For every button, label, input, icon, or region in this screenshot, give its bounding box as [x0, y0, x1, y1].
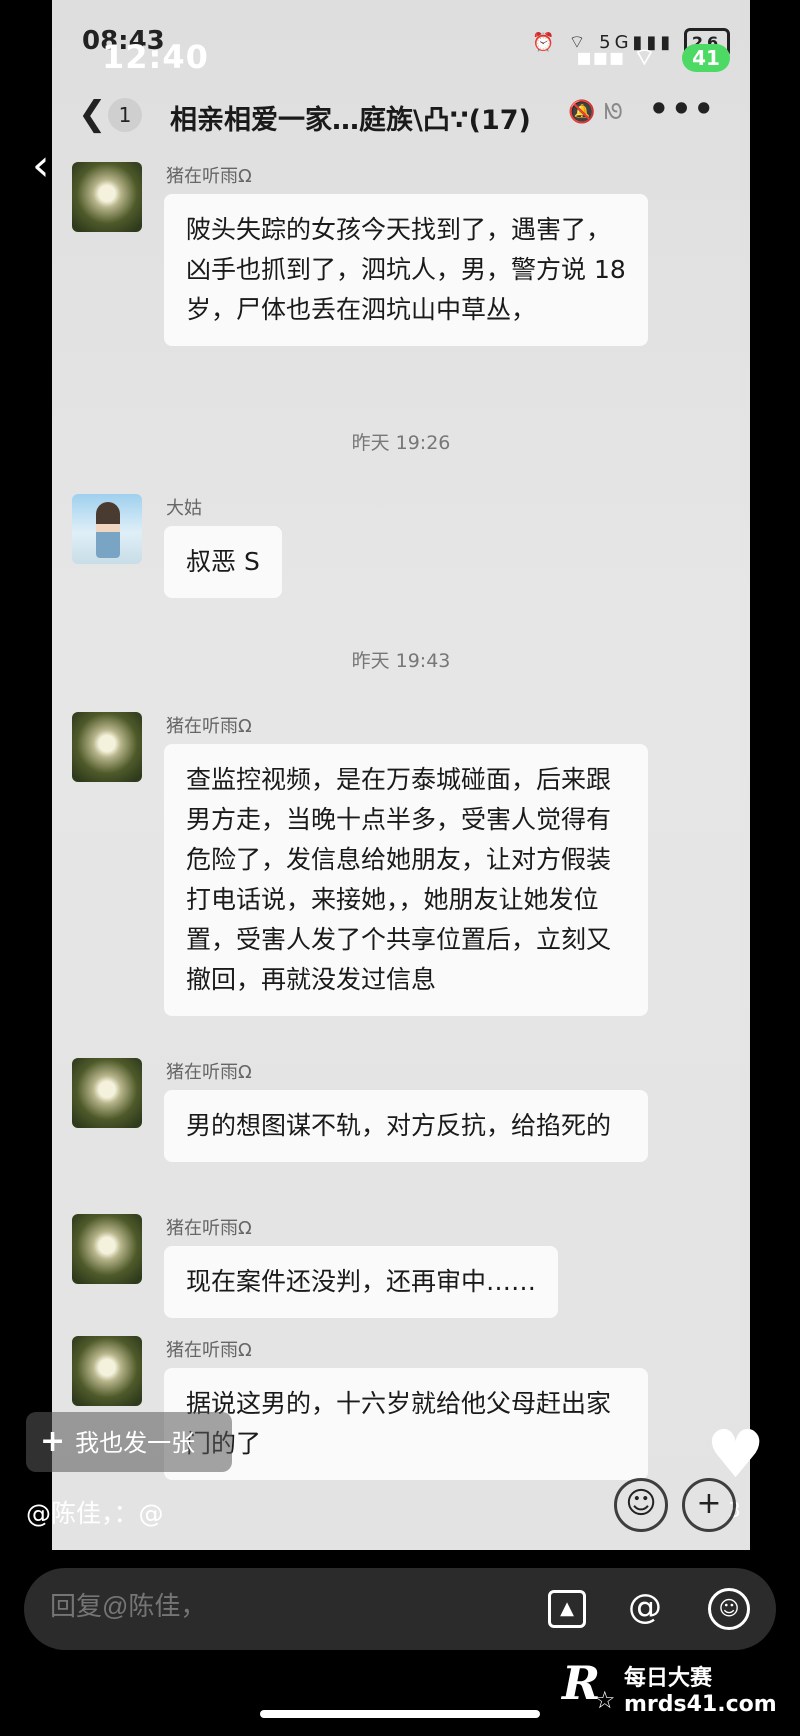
- outer-clock: 12:40: [102, 38, 209, 76]
- back-chevron-icon[interactable]: ❮: [78, 94, 107, 134]
- avatar-dandelion[interactable]: [72, 162, 142, 232]
- add-circle-icon: +: [682, 1478, 736, 1532]
- watermark-title: 每日大赛: [624, 1666, 713, 1691]
- chat-screenshot: 08:43 ⏰ ⌔ 5G▮▮▮ 26 ❮ 1 相亲相爱一家…庭族\凸∵(17) …: [52, 0, 750, 1550]
- mute-bell-icon: 🔕: [568, 100, 596, 125]
- message-bubble[interactable]: 男的想图谋不轨，对方反抗，给掐死的: [164, 1090, 648, 1162]
- timestamp: 昨天 19:43: [351, 650, 451, 672]
- sender-name: 猪在听雨Ω: [166, 1062, 252, 1083]
- chat-message: 猪在听雨Ω 陂头失踪的女孩今天找到了，遇害了，凶手也抓到了，泗坑人，男，警方说 …: [72, 162, 712, 382]
- post-too-button[interactable]: + 我也发一张: [26, 1412, 232, 1472]
- chat-message: 猪在听雨Ω 查监控视频，是在万泰城碰面，后来跟男方走，当晚十点半多，受害人觉得有…: [72, 712, 712, 1042]
- chat-header: ❮ 1 相亲相爱一家…庭族\凸∵(17) 🔕 ᘚ •••: [52, 88, 750, 144]
- image-picker-icon[interactable]: ▲: [548, 1590, 586, 1628]
- sender-name: 大姑: [166, 498, 202, 519]
- watermark: R ☆ 每日大赛 mrds41.com: [556, 1650, 786, 1726]
- watermark-url: mrds41.com: [624, 1692, 777, 1717]
- outer-signal-wifi-icon: ▪▪▪ ⌔: [576, 43, 656, 71]
- chat-message: 大姑 叔恶 S: [72, 494, 712, 604]
- message-bubble[interactable]: 据说这男的，十六岁就给他父母赶出家门的了: [164, 1368, 648, 1480]
- message-bubble[interactable]: 查监控视频，是在万泰城碰面，后来跟男方走，当晚十点半多，受害人觉得有危险了，发信…: [164, 744, 648, 1016]
- timestamp: 昨天 19:26: [351, 432, 451, 454]
- sender-name: 猪在听雨Ω: [166, 716, 252, 737]
- sender-name: 猪在听雨Ω: [166, 166, 252, 187]
- unread-badge: 1: [108, 98, 142, 132]
- avatar-dandelion[interactable]: [72, 1058, 142, 1128]
- mention-at-icon[interactable]: @: [624, 1586, 666, 1628]
- post-too-label: 我也发一张: [75, 1429, 196, 1457]
- plus-icon: +: [40, 1424, 66, 1459]
- emoji-icon[interactable]: ☺: [708, 1588, 750, 1630]
- chat-message: 猪在听雨Ω 现在案件还没判，还再审中……: [72, 1214, 712, 1324]
- avatar-dandelion[interactable]: [72, 1214, 142, 1284]
- reply-bar: ▲ @ ☺: [24, 1568, 776, 1650]
- message-bubble[interactable]: 叔恶 S: [164, 526, 282, 598]
- outer-battery-icon: 41: [682, 44, 730, 72]
- message-bubble[interactable]: 现在案件还没判，还再审中……: [164, 1246, 559, 1318]
- message-bubble[interactable]: 陂头失踪的女孩今天找到了，遇害了，凶手也抓到了，泗坑人，男，警方说 18 岁，尸…: [164, 194, 648, 346]
- more-options-icon[interactable]: •••: [649, 90, 716, 128]
- watermark-star-icon: ☆: [594, 1686, 616, 1714]
- chat-message: 猪在听雨Ω 男的想图谋不轨，对方反抗，给掐死的: [72, 1058, 712, 1198]
- earpiece-icon: ᘚ: [604, 100, 623, 125]
- chat-title: 相亲相爱一家…庭族\凸∵(17): [170, 105, 531, 136]
- avatar-dandelion[interactable]: [72, 1336, 142, 1406]
- mention-text: @陈佳，：@: [26, 1499, 164, 1528]
- avatar-girl[interactable]: [72, 494, 142, 564]
- avatar-dandelion[interactable]: [72, 712, 142, 782]
- sender-name: 猪在听雨Ω: [166, 1218, 252, 1239]
- back-arrow-icon[interactable]: ‹: [32, 140, 50, 191]
- home-indicator: [260, 1710, 540, 1718]
- reply-input[interactable]: [48, 1590, 387, 1623]
- emoji-face-icon: ☺: [614, 1478, 668, 1532]
- sender-name: 猪在听雨Ω: [166, 1340, 252, 1361]
